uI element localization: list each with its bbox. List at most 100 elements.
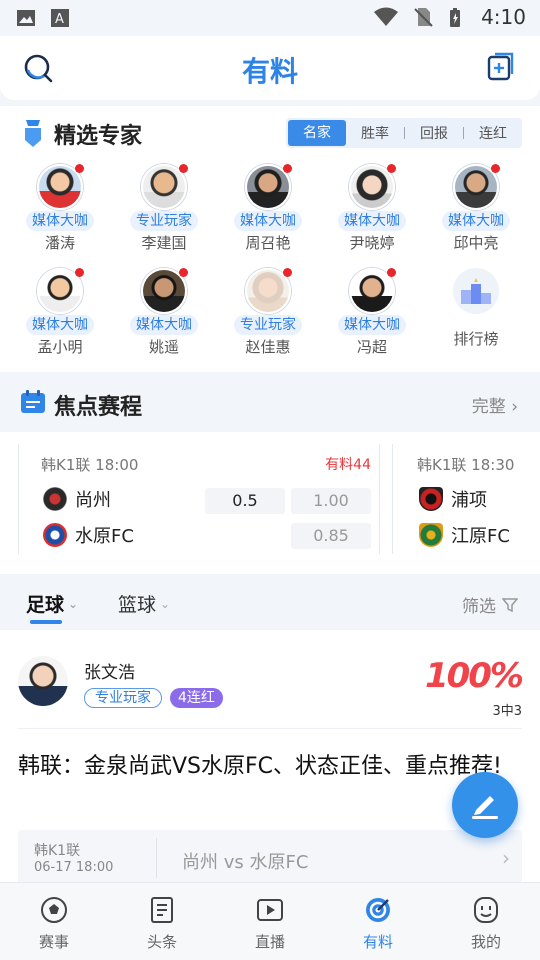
expert-name: 邱中亮 (453, 234, 499, 252)
unread-dot (283, 268, 292, 277)
svg-text:A: A (55, 12, 64, 27)
expert-name: 赵佳惠 (245, 338, 291, 356)
post-headline[interactable]: 韩联：金泉尚武VS水原FC、状态正佳、重点推荐! (18, 752, 508, 782)
no-sim-icon (414, 8, 433, 27)
away-odds[interactable]: 0.85 (291, 523, 371, 549)
expert-name: 尹晓婷 (349, 234, 395, 252)
expert-card[interactable]: 专业玩家 李建国 (112, 164, 216, 253)
target-icon (366, 898, 390, 922)
tab-basketball[interactable]: 篮球 ⌄ (118, 590, 170, 617)
team-badge-icon (419, 523, 443, 547)
author-avatar[interactable] (18, 656, 68, 706)
focus-schedule-section: 焦点赛程 完整 › 韩K1联 18:00 有料44 尚州 水原FC 0.5 1.… (0, 374, 540, 574)
filter-button[interactable]: 筛选 (462, 592, 518, 617)
tab-football[interactable]: 足球 ⌄ (26, 590, 78, 617)
tab-win-rate[interactable]: 胜率 (346, 123, 404, 143)
tab-famous[interactable]: 名家 (288, 120, 346, 146)
nav-live[interactable]: 直播 (216, 883, 324, 960)
avatar (37, 164, 84, 210)
expert-card[interactable]: 媒体大咖 周召艳 (216, 164, 320, 253)
nav-headlines[interactable]: 头条 (108, 883, 216, 960)
avatar (245, 268, 292, 314)
expert-card[interactable]: 媒体大咖 邱中亮 (424, 164, 528, 253)
avatar (37, 268, 84, 314)
unread-dot (387, 268, 396, 277)
match-card[interactable]: 韩K1联 18:00 有料44 尚州 水原FC 0.5 1.00 0.85 (18, 444, 380, 554)
nav-matches[interactable]: 赛事 (0, 883, 108, 960)
streak-badge: 4连红 (170, 688, 223, 708)
expert-name: 周召艳 (245, 234, 291, 252)
expert-name: 姚遥 (148, 338, 179, 356)
author-name[interactable]: 张文浩 (84, 658, 135, 683)
match-teams: 尚州 vs 水原FC (182, 852, 309, 873)
home-team: 尚州 (43, 486, 111, 512)
tab-return[interactable]: 回报 (405, 123, 463, 143)
expert-card[interactable]: 媒体大咖 冯超 (320, 268, 424, 357)
clock: 4:10 (481, 5, 526, 29)
unread-dot (179, 164, 188, 173)
expert-card[interactable]: 媒体大咖 姚遥 (112, 268, 216, 357)
team-badge-icon (419, 487, 443, 511)
expert-card[interactable]: 媒体大咖 潘涛 (8, 164, 112, 253)
expert-card[interactable]: 媒体大咖 尹晓婷 (320, 164, 424, 253)
medal-icon (25, 120, 41, 147)
nav-live-label: 直播 (254, 933, 285, 951)
avatar (453, 164, 500, 210)
expert-tag: 媒体大咖 (234, 211, 302, 231)
author-tag: 专业玩家 (84, 688, 162, 708)
ranking-entry[interactable]: 排行榜 (424, 268, 528, 349)
post-card[interactable]: 张文浩 专业玩家 4连红 100% 3中3 韩联：金泉尚武VS水原FC、状态正佳… (0, 630, 540, 886)
sport-tabs: 足球 ⌄ 篮球 ⌄ 筛选 (0, 574, 540, 630)
expert-card[interactable]: 媒体大咖 孟小明 (8, 268, 112, 357)
play-video-icon (257, 899, 283, 921)
chevron-down-icon: ⌄ (160, 596, 171, 611)
expert-name: 潘涛 (44, 234, 75, 252)
nav-youliao[interactable]: 有料 (324, 883, 432, 960)
post-match-link[interactable]: 韩K1联 06-17 18:00 尚州 vs 水原FC › (18, 830, 522, 886)
image-icon (17, 10, 35, 26)
expert-name: 李建国 (141, 234, 187, 252)
match-card[interactable]: 韩K1联 18:30 浦项 江原FC (392, 444, 540, 554)
view-all-link[interactable]: 完整 › (472, 392, 518, 417)
team-badge-icon (43, 487, 67, 511)
nav-matches-label: 赛事 (38, 933, 69, 951)
youliao-count: 有料44 (325, 457, 371, 473)
match-time: 18:00 (95, 456, 139, 474)
expert-tag: 媒体大咖 (26, 315, 94, 335)
expert-sort-tabs: 名家 胜率 回报 连红 (286, 118, 522, 148)
league-name: 韩K1联 (41, 456, 91, 474)
team-badge-icon (43, 523, 67, 547)
active-tab-indicator (30, 620, 62, 624)
handicap-value[interactable]: 0.5 (205, 488, 285, 514)
news-icon (151, 897, 173, 923)
home-team-name: 尚州 (75, 490, 111, 511)
match-time: 18:30 (471, 456, 515, 474)
expert-tag: 专业玩家 (234, 315, 302, 335)
expert-tag: 媒体大咖 (130, 315, 198, 335)
add-post-icon[interactable] (486, 52, 516, 82)
battery-icon (450, 8, 461, 27)
tab-basketball-label: 篮球 (118, 594, 157, 616)
focus-title: 焦点赛程 (54, 395, 143, 420)
page-title: 有料 (241, 55, 298, 88)
unread-dot (387, 164, 396, 173)
away-team-name: 水原FC (75, 526, 134, 547)
nav-profile[interactable]: 我的 (432, 883, 540, 960)
home-odds[interactable]: 1.00 (291, 488, 371, 514)
league-name: 韩K1联 (417, 456, 467, 474)
match-time: 06-17 18:00 (34, 860, 114, 875)
unread-dot (283, 164, 292, 173)
expert-name: 孟小明 (37, 338, 83, 356)
calendar-icon (21, 390, 45, 413)
unread-dot (75, 164, 84, 173)
unread-dot (491, 164, 500, 173)
expert-card[interactable]: 专业玩家 赵佳惠 (216, 268, 320, 357)
avatar (141, 164, 188, 210)
compose-fab[interactable] (452, 772, 518, 838)
pen-icon (472, 796, 498, 819)
tab-streak[interactable]: 连红 (464, 123, 522, 143)
nav-profile-label: 我的 (470, 933, 501, 951)
expert-tag: 媒体大咖 (338, 211, 406, 231)
podium-icon (453, 268, 499, 314)
unread-dot (179, 268, 188, 277)
